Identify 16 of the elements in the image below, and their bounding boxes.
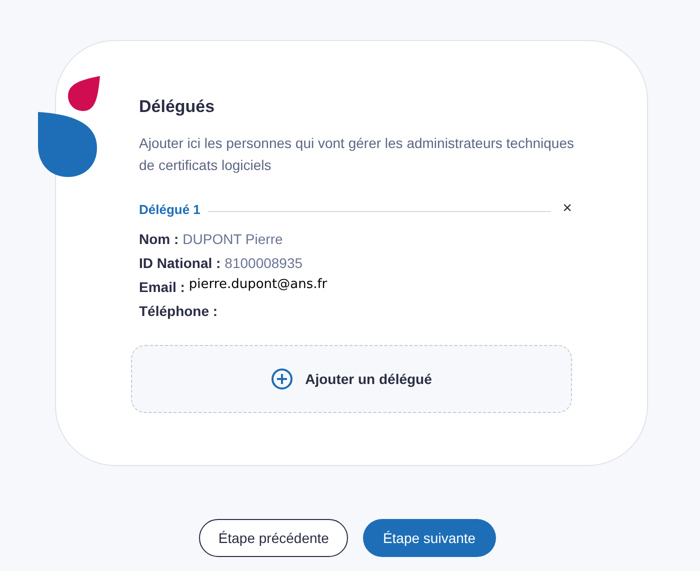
remove-button[interactable]: × <box>562 201 572 218</box>
next-button[interactable]: Étape suivante <box>362 519 496 557</box>
delegate-heading: Délégué 1 <box>139 200 200 219</box>
logo-icon <box>38 76 101 178</box>
section-title: Délégués <box>139 96 216 118</box>
field-label: Téléphone : <box>139 302 218 321</box>
add-delegate-button[interactable]: Ajouter un délégué <box>131 345 572 413</box>
previous-button[interactable]: Étape précédente <box>199 519 348 557</box>
plus-circle-icon <box>271 368 294 390</box>
field-label: ID National : <box>139 254 221 273</box>
field-value: DUPONT Pierre <box>182 230 283 249</box>
field-label: Nom : <box>139 230 179 249</box>
field-value: pierre.dupont@ans.fr <box>188 276 328 294</box>
field-label: Email : <box>139 278 185 297</box>
section-description: Ajouter ici les personnes qui vont gérer les administrateurs techniques de certificats logiciels <box>139 134 576 175</box>
field-value: 8100008935 <box>224 254 303 273</box>
